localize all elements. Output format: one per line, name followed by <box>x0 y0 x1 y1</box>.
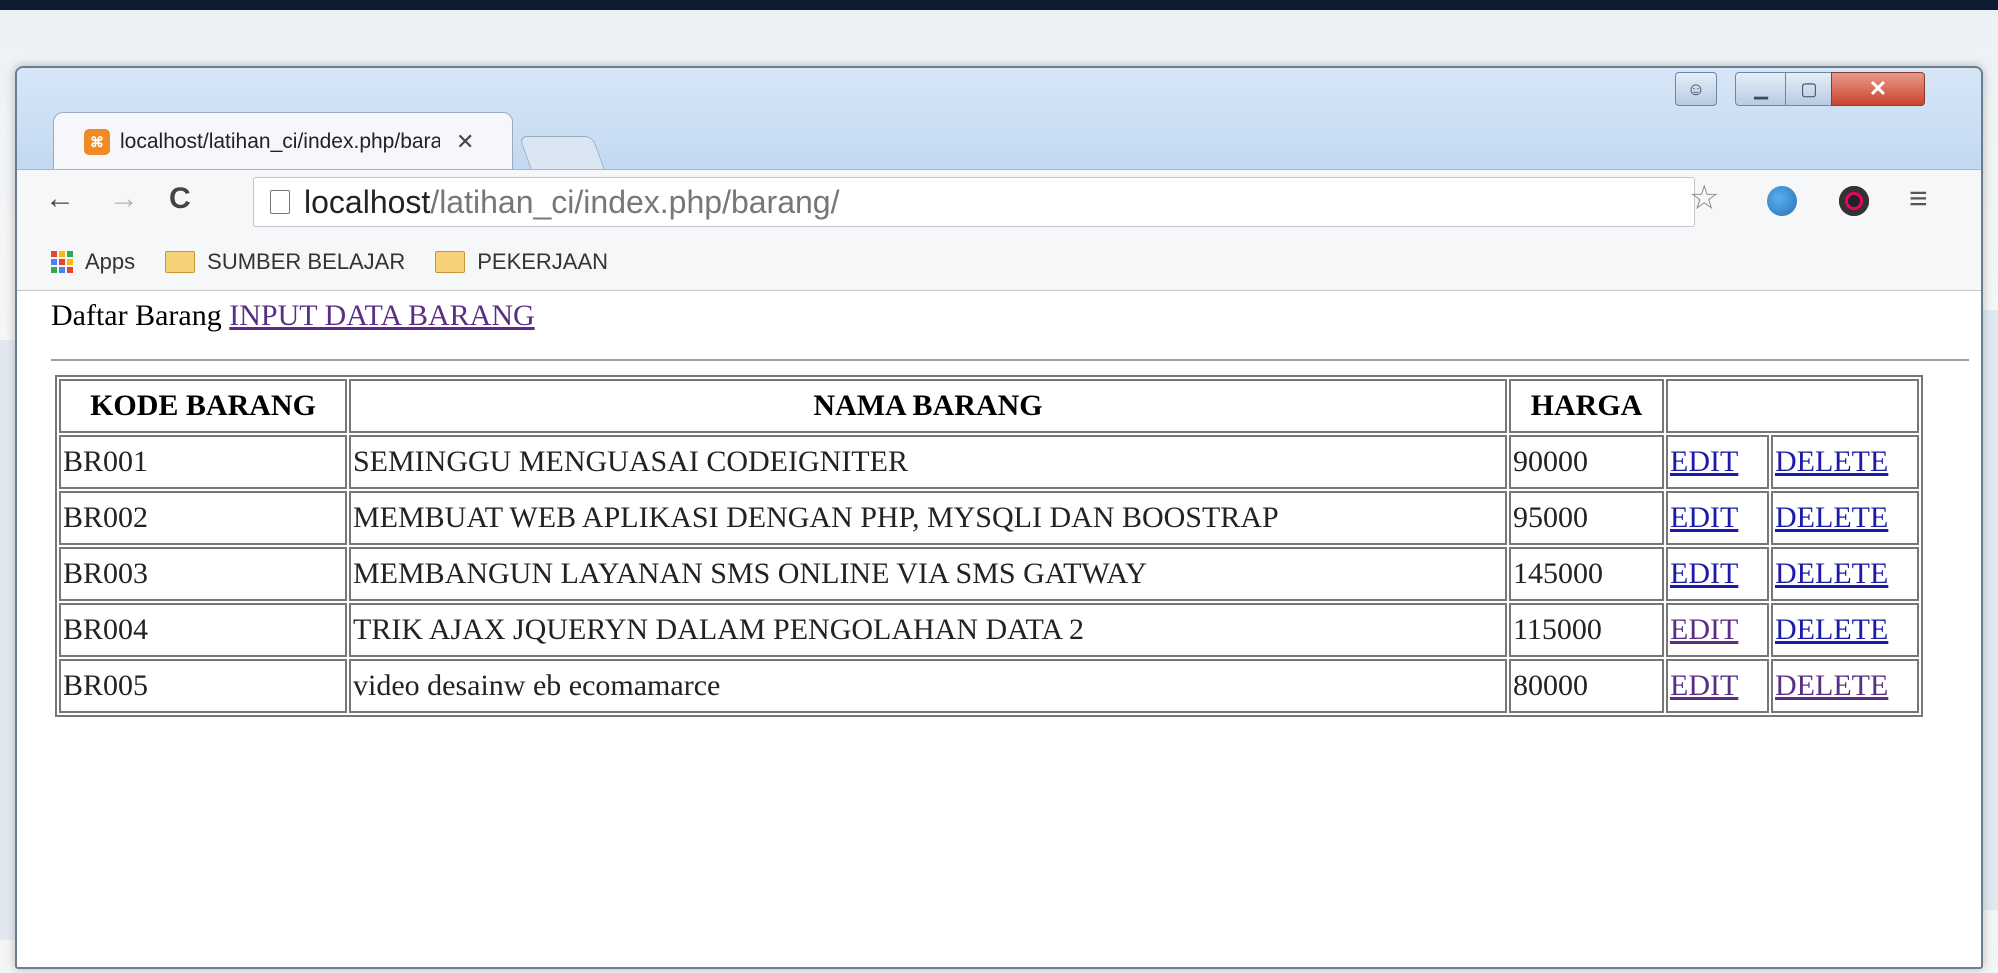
cell-kode: BR003 <box>59 547 347 601</box>
navigation-toolbar: ← → C localhost/latihan_ci/index.php/bar… <box>17 169 1981 234</box>
apps-grid-icon[interactable] <box>51 251 73 273</box>
cell-delete: DELETE <box>1771 603 1919 657</box>
cell-delete: DELETE <box>1771 547 1919 601</box>
cell-harga: 80000 <box>1509 659 1664 713</box>
cell-nama: TRIK AJAX JQUERYN DALAM PENGOLAHAN DATA … <box>349 603 1507 657</box>
taskbar-strip <box>0 0 1998 10</box>
maximize-icon: ▢ <box>1800 78 1818 99</box>
xampp-favicon-icon: ⌘ <box>84 129 110 155</box>
cell-harga: 95000 <box>1509 491 1664 545</box>
close-window-button[interactable]: ✕ <box>1831 72 1925 106</box>
menu-icon[interactable]: ≡ <box>1909 180 1928 217</box>
page-content: Daftar Barang INPUT DATA BARANG KODE BAR… <box>17 291 1981 967</box>
user-icon: ☺ <box>1686 78 1706 99</box>
globe-extension-icon[interactable] <box>1767 186 1797 216</box>
cell-kode: BR005 <box>59 659 347 713</box>
bookmark-pekerjaan[interactable]: PEKERJAAN <box>477 249 608 275</box>
edit-link[interactable]: EDIT <box>1670 445 1738 478</box>
cell-edit: EDIT <box>1666 491 1769 545</box>
header-kode-barang: KODE BARANG <box>59 379 347 433</box>
cell-edit: EDIT <box>1666 435 1769 489</box>
tab-title: localhost/latihan_ci/index.php/barang/ <box>120 130 440 153</box>
table-row: BR005 video desainw eb ecomamarce 80000 … <box>59 659 1919 713</box>
header-nama-barang: NAMA BARANG <box>349 379 1507 433</box>
minimize-icon: ▁ <box>1754 78 1768 99</box>
delete-link[interactable]: DELETE <box>1775 669 1888 702</box>
cell-harga: 90000 <box>1509 435 1664 489</box>
address-bar[interactable]: localhost/latihan_ci/index.php/barang/ <box>253 177 1695 227</box>
table-row: BR002 MEMBUAT WEB APLIKASI DENGAN PHP, M… <box>59 491 1919 545</box>
delete-link[interactable]: DELETE <box>1775 445 1888 478</box>
new-tab-button[interactable] <box>518 136 606 171</box>
page-heading: Daftar Barang INPUT DATA BARANG <box>51 299 535 333</box>
bookmark-sumber-belajar[interactable]: SUMBER BELAJAR <box>207 249 405 275</box>
page-title: Daftar Barang <box>51 299 222 332</box>
color-extension-icon[interactable] <box>1839 186 1869 216</box>
url-text: localhost/latihan_ci/index.php/barang/ <box>304 183 840 220</box>
edit-link[interactable]: EDIT <box>1670 669 1738 702</box>
delete-link[interactable]: DELETE <box>1775 501 1888 534</box>
cell-kode: BR004 <box>59 603 347 657</box>
browser-window: ☺ ▁ ▢ ✕ ⌘ localhost/latihan_ci/index.php… <box>15 66 1983 969</box>
horizontal-rule <box>51 359 1969 361</box>
bookmark-star-icon[interactable]: ☆ <box>1689 178 1719 218</box>
cell-harga: 145000 <box>1509 547 1664 601</box>
cell-nama: MEMBANGUN LAYANAN SMS ONLINE VIA SMS GAT… <box>349 547 1507 601</box>
cell-kode: BR002 <box>59 491 347 545</box>
table-header-row: KODE BARANG NAMA BARANG HARGA <box>59 379 1919 433</box>
browser-tab[interactable]: ⌘ localhost/latihan_ci/index.php/barang/… <box>53 112 513 171</box>
page-icon <box>270 190 290 214</box>
bookmark-apps[interactable]: Apps <box>85 249 135 275</box>
reload-icon[interactable]: C <box>169 182 191 216</box>
maximize-button[interactable]: ▢ <box>1785 72 1833 106</box>
edit-link[interactable]: EDIT <box>1670 557 1738 590</box>
cell-kode: BR001 <box>59 435 347 489</box>
cell-nama: MEMBUAT WEB APLIKASI DENGAN PHP, MYSQLI … <box>349 491 1507 545</box>
cell-delete: DELETE <box>1771 659 1919 713</box>
edit-link[interactable]: EDIT <box>1670 501 1738 534</box>
cell-edit: EDIT <box>1666 547 1769 601</box>
delete-link[interactable]: DELETE <box>1775 613 1888 646</box>
input-data-barang-link[interactable]: INPUT DATA BARANG <box>229 299 534 332</box>
profile-button[interactable]: ☺ <box>1675 72 1717 106</box>
bookmarks-bar: Apps SUMBER BELAJAR PEKERJAAN <box>17 234 1981 291</box>
cell-delete: DELETE <box>1771 491 1919 545</box>
table-row: BR004 TRIK AJAX JQUERYN DALAM PENGOLAHAN… <box>59 603 1919 657</box>
cell-delete: DELETE <box>1771 435 1919 489</box>
barang-table: KODE BARANG NAMA BARANG HARGA BR001 SEMI… <box>55 375 1923 717</box>
folder-icon <box>435 251 466 273</box>
table-row: BR003 MEMBANGUN LAYANAN SMS ONLINE VIA S… <box>59 547 1919 601</box>
minimize-button[interactable]: ▁ <box>1735 72 1787 106</box>
cell-edit: EDIT <box>1666 659 1769 713</box>
edit-link[interactable]: EDIT <box>1670 613 1738 646</box>
cell-edit: EDIT <box>1666 603 1769 657</box>
folder-icon <box>165 251 196 273</box>
delete-link[interactable]: DELETE <box>1775 557 1888 590</box>
close-icon: ✕ <box>1868 76 1888 101</box>
table-row: BR001 SEMINGGU MENGUASAI CODEIGNITER 900… <box>59 435 1919 489</box>
cell-nama: video desainw eb ecomamarce <box>349 659 1507 713</box>
back-arrow-icon[interactable]: ← <box>45 182 75 216</box>
cell-nama: SEMINGGU MENGUASAI CODEIGNITER <box>349 435 1507 489</box>
header-harga: HARGA <box>1509 379 1664 433</box>
header-actions <box>1666 379 1919 433</box>
title-bar: ☺ ▁ ▢ ✕ ⌘ localhost/latihan_ci/index.php… <box>17 68 1981 171</box>
forward-arrow-icon[interactable]: → <box>109 182 139 216</box>
tab-close-icon[interactable]: ✕ <box>456 129 474 155</box>
cell-harga: 115000 <box>1509 603 1664 657</box>
